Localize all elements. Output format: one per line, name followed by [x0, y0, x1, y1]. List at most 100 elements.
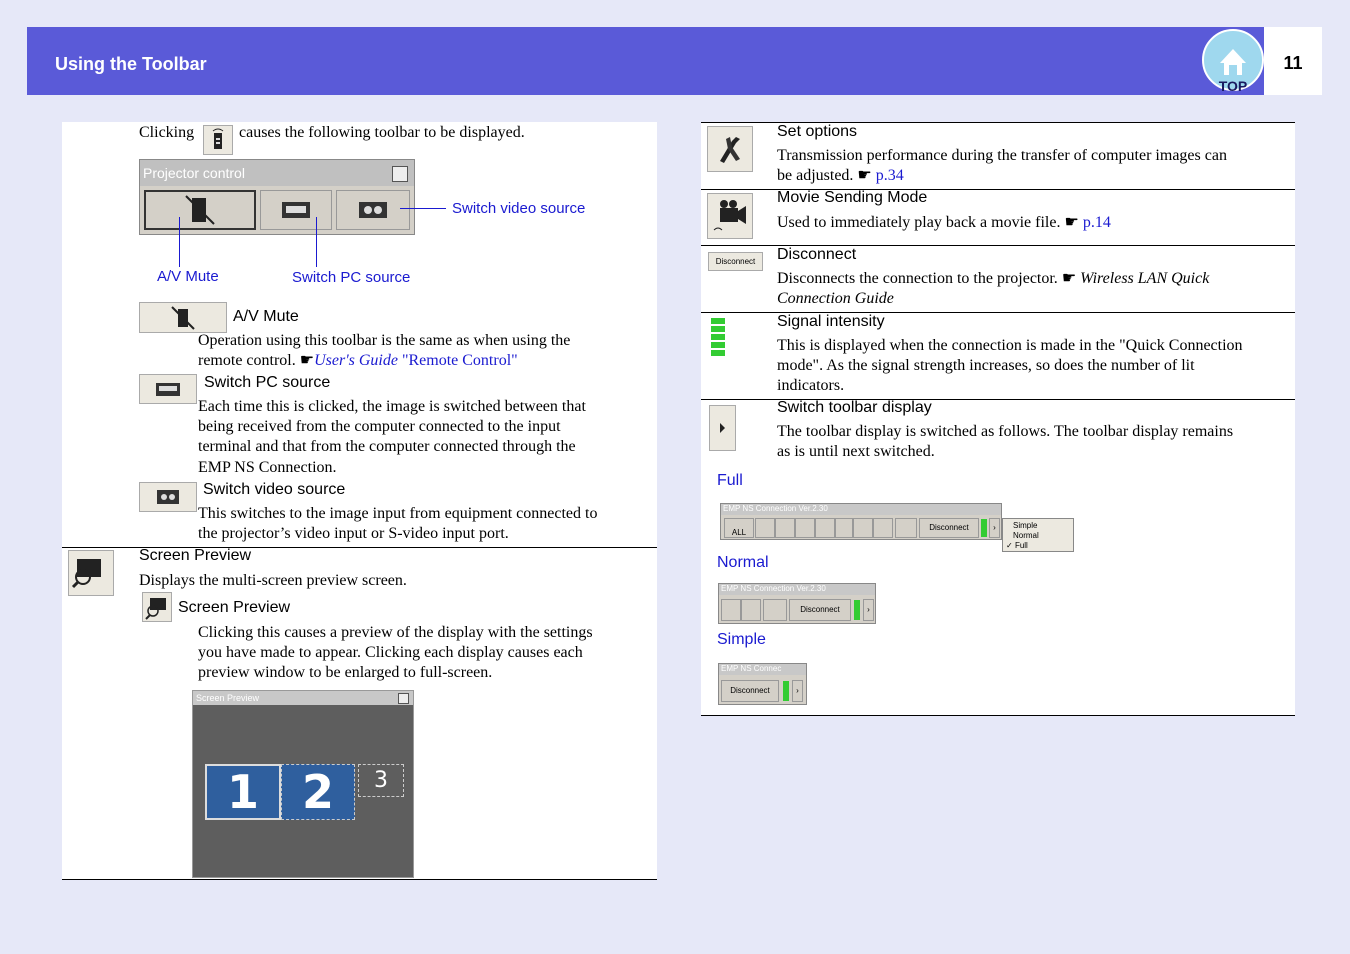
screen-preview-line-1: you have made to appear. Clicking each d… — [198, 644, 583, 661]
right-panel: Set options Transmission performance dur… — [701, 122, 1295, 716]
remote-icon[interactable] — [203, 125, 233, 155]
menu-item-normal[interactable]: Normal — [1013, 531, 1039, 540]
signal-line-2: indicators. — [777, 377, 845, 394]
mode-full-label: Full — [717, 472, 743, 489]
simple-disconnect-button[interactable]: Disconnect — [721, 680, 779, 702]
pointer-icon: ☛ — [1064, 214, 1079, 231]
switch-toolbar-line-0: The toolbar display is switched as follo… — [777, 423, 1234, 440]
intro-after: causes the following toolbar to be displ… — [239, 124, 525, 141]
full-btn-7[interactable] — [853, 518, 873, 538]
toolbar-mode-menu: Simple Normal ✓ Full — [1002, 518, 1074, 552]
preview-close-icon[interactable] — [398, 693, 409, 704]
screen-preview-title: Screen Preview — [139, 547, 252, 564]
pointer-icon: ☛ — [857, 167, 872, 184]
full-btn-3[interactable] — [775, 518, 795, 538]
projector-control-window: Projector control — [139, 159, 415, 235]
screen-preview-small-icon — [142, 592, 172, 622]
set-options-line-1: Transmission performance during the tran… — [777, 147, 1227, 164]
switch-pc-title: Switch PC source — [204, 374, 331, 391]
normal-btn-1[interactable] — [721, 599, 741, 621]
simple-toolbar: EMP NS Connec Disconnect › — [718, 663, 807, 705]
switch-pc-icon — [139, 374, 197, 404]
movie-mode-link[interactable]: p.14 — [1083, 214, 1111, 231]
full-btn-4[interactable] — [795, 518, 815, 538]
set-options-line-2: be adjusted. ☛ p.34 — [777, 166, 904, 186]
preview-screen-3[interactable]: 3 — [358, 764, 404, 797]
full-btn-9[interactable] — [895, 518, 917, 538]
pointer-icon: ☛ — [1061, 270, 1077, 287]
switch-toolbar-icon — [709, 405, 736, 451]
full-all-button[interactable]: ALL — [724, 518, 754, 538]
bottom-divider — [62, 879, 657, 880]
normal-btn-3[interactable] — [763, 599, 787, 621]
callout-line-av — [179, 217, 180, 267]
switch-pc-line-3: EMP NS Connection. — [198, 459, 337, 476]
full-switch-arrow[interactable]: › — [989, 518, 1000, 538]
full-btn-8[interactable] — [873, 518, 893, 538]
page-header: Using the Toolbar TOP 11 — [27, 27, 1322, 95]
page-number-box: 11 — [1264, 27, 1322, 95]
normal-signal — [854, 600, 860, 620]
remote-control-link[interactable]: "Remote Control" — [402, 352, 518, 369]
av-mute-desc-2: remote control. ☛User's Guide "Remote Co… — [198, 351, 518, 371]
mode-normal-label: Normal — [717, 554, 769, 571]
projector-window-title: Projector control — [140, 160, 414, 186]
screen-preview-window: Screen Preview 1 2 3 — [192, 690, 414, 878]
page-number: 11 — [1283, 53, 1303, 73]
av-mute-icon — [139, 302, 227, 333]
preview-screen-2[interactable]: 2 — [281, 764, 355, 820]
top-icon[interactable]: TOP — [1202, 27, 1264, 95]
simple-switch-arrow[interactable]: › — [792, 680, 803, 702]
callout-line-pc — [316, 217, 317, 267]
callout-switch-video: Switch video source — [452, 200, 586, 217]
full-toolbar: EMP NS Connection Ver.2.30 ALL Disconnec… — [720, 503, 1002, 540]
movie-mode-icon — [707, 193, 753, 239]
set-options-title: Set options — [777, 123, 858, 140]
av-mute-button[interactable] — [144, 190, 256, 230]
av-mute-title: A/V Mute — [233, 308, 299, 325]
full-btn-6[interactable] — [835, 518, 853, 538]
full-signal — [981, 519, 987, 537]
set-options-icon — [707, 126, 753, 172]
screen-preview-sub-title: Screen Preview — [178, 599, 291, 616]
full-disconnect-button[interactable]: Disconnect — [919, 518, 979, 538]
simple-signal — [783, 681, 789, 701]
users-guide-link[interactable]: User's Guide — [314, 352, 398, 369]
menu-item-simple[interactable]: Simple — [1013, 521, 1037, 530]
intro-before: Clicking — [139, 124, 195, 141]
normal-disconnect-button[interactable]: Disconnect — [789, 599, 851, 621]
pointer-icon: ☛ — [299, 352, 315, 369]
left-panel: Clicking causes the following toolbar to… — [62, 122, 657, 880]
normal-toolbar-title: EMP NS Connection Ver.2.30 — [719, 584, 875, 595]
set-options-link[interactable]: p.34 — [876, 167, 904, 184]
switch-video-button[interactable] — [336, 190, 410, 230]
switch-pc-line-1: being received from the computer connect… — [198, 418, 561, 435]
disconnect-line-1-text: Disconnects the connection to the projec… — [777, 270, 1058, 287]
normal-switch-arrow[interactable]: › — [863, 599, 874, 621]
signal-title: Signal intensity — [777, 313, 885, 330]
full-toolbar-title: EMP NS Connection Ver.2.30 — [721, 504, 1001, 515]
wireless-guide-link[interactable]: Wireless LAN Quick — [1080, 270, 1209, 287]
signal-line-0: This is displayed when the connection is… — [777, 337, 1243, 354]
normal-toolbar: EMP NS Connection Ver.2.30 Disconnect › — [718, 583, 876, 624]
menu-item-full[interactable]: ✓ Full — [1006, 541, 1028, 550]
preview-screen-1[interactable]: 1 — [205, 764, 281, 820]
switch-video-icon — [139, 482, 197, 512]
switch-video-line-0: This switches to the image input from eq… — [198, 505, 598, 522]
switch-toolbar-title: Switch toolbar display — [777, 399, 932, 416]
top-label: TOP — [1219, 78, 1248, 94]
movie-mode-line: Used to immediately play back a movie fi… — [777, 213, 1111, 233]
movie-mode-line-text: Used to immediately play back a movie fi… — [777, 214, 1061, 231]
switch-pc-line-2: terminal and that from the computer conn… — [198, 438, 576, 455]
switch-video-title: Switch video source — [203, 481, 346, 498]
full-btn-5[interactable] — [815, 518, 835, 538]
av-mute-desc-2a: remote control. — [198, 352, 296, 369]
disconnect-button-image: Disconnect — [708, 252, 763, 271]
close-icon[interactable] — [392, 166, 408, 182]
screen-preview-window-title: Screen Preview — [193, 691, 413, 705]
set-options-line-2-text: be adjusted. — [777, 167, 854, 184]
full-btn-2[interactable] — [755, 518, 775, 538]
rule-bottom — [701, 715, 1295, 716]
normal-btn-2[interactable] — [741, 599, 761, 621]
switch-pc-button[interactable] — [260, 190, 332, 230]
